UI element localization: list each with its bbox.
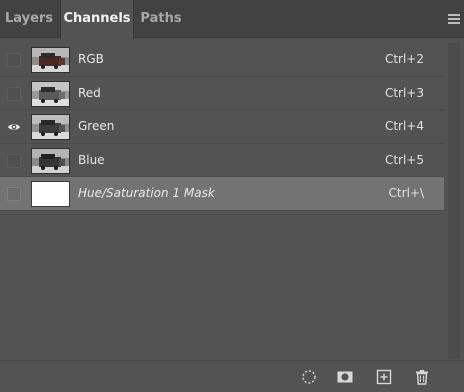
channel-row-green[interactable]: Green Ctrl+4 — [0, 110, 444, 144]
tab-layers[interactable]: Layers — [0, 0, 58, 38]
channel-shortcut: Ctrl+\ — [388, 186, 424, 200]
visibility-toggle[interactable] — [7, 187, 21, 201]
channel-row-red[interactable]: Red Ctrl+3 — [0, 76, 444, 110]
channel-list: RGB Ctrl+2 Red Ctrl+3 Green Ctrl+4 Blue … — [0, 43, 444, 211]
visibility-toggle[interactable] — [7, 53, 21, 67]
eye-icon — [8, 124, 20, 130]
channel-name: RGB — [78, 52, 104, 66]
channel-shortcut: Ctrl+4 — [384, 119, 424, 133]
channel-row-rgb[interactable]: RGB Ctrl+2 — [0, 43, 444, 77]
scrollbar[interactable] — [444, 43, 464, 359]
channel-row-hue-saturation-mask[interactable]: Hue/Saturation 1 Mask Ctrl+\ — [0, 177, 444, 211]
new-channel-icon[interactable] — [375, 368, 393, 386]
visibility-toggle[interactable] — [7, 120, 21, 134]
channel-shortcut: Ctrl+5 — [384, 152, 424, 167]
mask-thumbnail — [31, 181, 70, 207]
panel-footer-toolbar — [0, 360, 464, 392]
scrollbar-track[interactable] — [448, 43, 460, 359]
panel-tab-bar: Layers Channels Paths — [0, 0, 464, 39]
visibility-toggle[interactable] — [7, 86, 21, 101]
channel-thumbnail — [31, 80, 70, 107]
delete-channel-icon[interactable] — [413, 368, 431, 386]
tab-channels[interactable]: Channels — [60, 0, 134, 39]
channel-thumbnail — [31, 147, 70, 174]
channel-name: Hue/Saturation 1 Mask — [78, 186, 215, 200]
panel-menu-icon[interactable] — [448, 14, 460, 24]
channel-shortcut: Ctrl+2 — [384, 52, 424, 66]
channel-thumbnail — [31, 114, 70, 140]
channel-thumbnail — [31, 47, 70, 73]
channel-row-blue[interactable]: Blue Ctrl+5 — [0, 143, 444, 177]
visibility-toggle[interactable] — [7, 153, 21, 168]
load-selection-icon[interactable] — [300, 368, 318, 386]
channel-name: Blue — [78, 152, 105, 167]
channel-name: Green — [78, 119, 115, 133]
tab-paths[interactable]: Paths — [137, 0, 185, 38]
save-selection-icon[interactable] — [336, 368, 354, 386]
channels-panel: Layers Channels Paths RGB Ctrl+2 Red Ctr… — [0, 0, 464, 392]
channel-shortcut: Ctrl+3 — [384, 85, 424, 100]
channel-name: Red — [78, 85, 101, 100]
